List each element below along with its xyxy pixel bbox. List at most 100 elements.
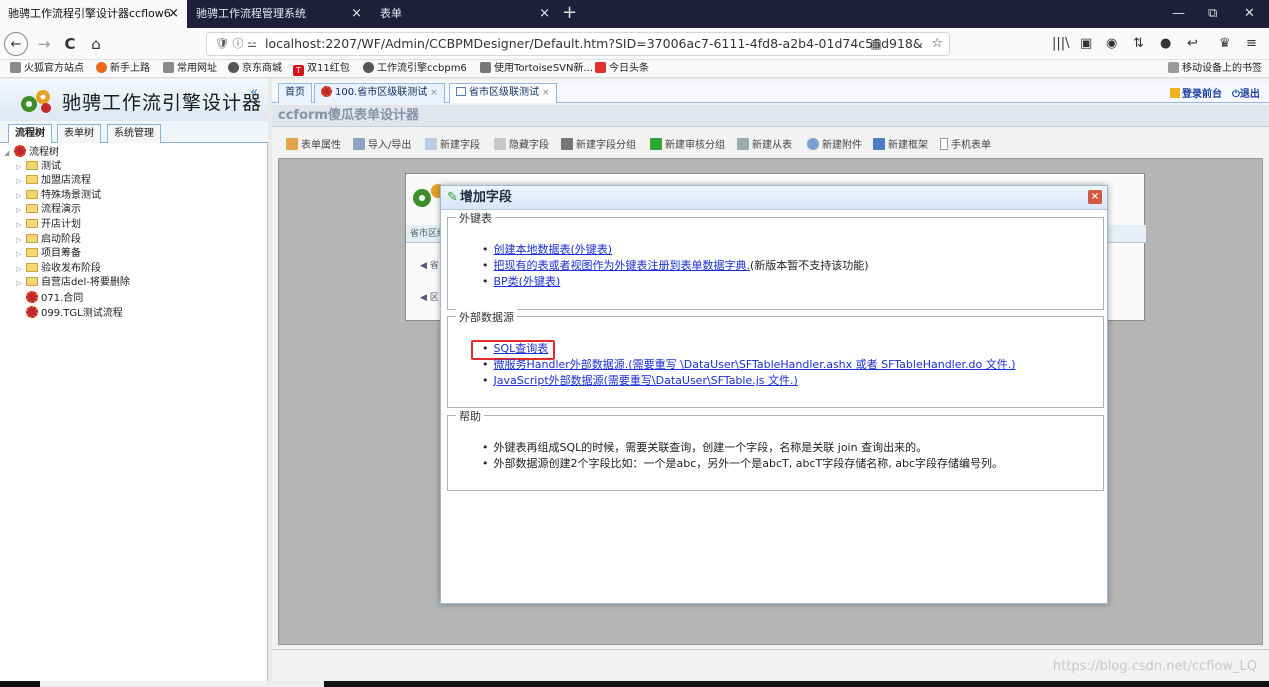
window-close-button[interactable]: ✕ (1244, 0, 1255, 28)
tree-flow[interactable]: 071.合同 (4, 290, 130, 306)
expand-arrow-icon[interactable]: ▷ (16, 218, 26, 233)
bookmark-star-icon[interactable]: ☆ (931, 33, 943, 55)
tab-home[interactable]: 首页 (278, 83, 312, 103)
tree-folder[interactable]: ▷ 开店计划 (4, 218, 130, 233)
site-info-icon[interactable]: 🛡 ⓘ ⚍ (215, 33, 257, 55)
handler-datasource-link[interactable]: 微服务Handler外部数据源.(需要重写 \DataUser\SFTableH… (494, 358, 1016, 371)
new-tab-button[interactable]: + (562, 0, 577, 26)
bookmark-item[interactable]: 火狐官方站点 (10, 61, 84, 77)
tree-folder[interactable]: ▷ 项目筹备 (4, 247, 130, 262)
hidden-field-button[interactable]: 隐藏字段 (494, 138, 549, 154)
tab-form-designer[interactable]: 省市区级联测试 × (449, 83, 557, 103)
expand-arrow-icon[interactable]: ▷ (16, 276, 26, 291)
tree-folder[interactable]: ▷ 启动阶段 (4, 233, 130, 248)
mobile-form-button[interactable]: 手机表单 (940, 138, 991, 154)
expand-arrow-icon[interactable]: ▷ (16, 160, 26, 175)
taskbar-item[interactable] (40, 681, 324, 687)
back-button[interactable]: ← (4, 32, 28, 56)
close-icon[interactable]: × (542, 88, 550, 98)
tab-flow-100[interactable]: 100.省市区级联测试 × (314, 83, 445, 103)
reload-button[interactable]: C (58, 32, 82, 56)
tab-form-tree[interactable]: 表单树 (57, 124, 101, 143)
browser-tab-designer[interactable]: 驰骋工作流程引擎设计器ccflow6 × (0, 0, 187, 28)
expand-arrow-icon[interactable]: ▷ (16, 233, 26, 248)
tree-folder[interactable]: ▷ 特殊场景测试 (4, 189, 130, 204)
sql-query-table-link[interactable]: SQL查询表 (494, 342, 549, 355)
tab-flow-tree[interactable]: 流程树 (8, 124, 52, 143)
left-panel: 驰骋工作流引擎设计器 « 流程树 表单树 系统管理 ◢ 流程树 ▷ 测试 ▷ 加盟店流… (0, 79, 268, 681)
bookmark-item[interactable]: 常用网址 (163, 61, 217, 77)
restore-button[interactable]: ⧉ (1208, 0, 1217, 28)
expand-arrow-icon[interactable]: ▷ (16, 247, 26, 262)
bp-class-link[interactable]: BP类(外键表) (494, 275, 561, 288)
form-properties-button[interactable]: 表单属性 (286, 138, 341, 154)
watermark: https://blog.csdn.net/ccflow_LQ (1052, 659, 1257, 674)
help-item: 外键表再组成SQL的时候，需要关联查询，创建一个字段，名称是关联 join 查询… (482, 440, 1003, 456)
close-icon[interactable]: × (168, 0, 179, 28)
close-icon[interactable]: × (539, 0, 550, 28)
new-review-group-button[interactable]: 新建审核分组 (650, 138, 725, 154)
library-icon[interactable]: |||\ (1052, 32, 1070, 56)
page-actions-icon[interactable]: ▦ ··· (870, 33, 897, 55)
browser-tab-management[interactable]: 驰骋工作流程管理系统 × (188, 0, 370, 28)
tree-flow[interactable]: 099.TGL测试流程 (4, 305, 130, 321)
javascript-datasource-link[interactable]: JavaScript外部数据源(需要重写\DataUser\SFTable.js… (494, 374, 798, 387)
sync-icon[interactable]: ⇅ (1133, 32, 1144, 56)
forward-button[interactable]: → (32, 32, 56, 56)
new-field-button[interactable]: 新建字段 (425, 138, 480, 154)
close-icon[interactable]: × (430, 88, 438, 98)
logout-link[interactable]: ⏻退出 (1232, 85, 1260, 100)
expand-arrow-icon[interactable]: ▷ (16, 203, 26, 218)
undo-icon[interactable]: ↩ (1187, 32, 1198, 56)
register-existing-table-link[interactable]: 把现有的表或者视图作为外键表注册到表单数据字典. (494, 259, 751, 272)
bookmark-item[interactable]: 京东商城 (228, 61, 282, 77)
expand-arrow-icon[interactable]: ◢ (4, 146, 14, 161)
new-subtable-button[interactable]: 新建从表 (737, 138, 792, 154)
bookmark-item[interactable]: 工作流引擎ccbpm6 (363, 61, 467, 77)
login-front-link[interactable]: 登录前台 (1170, 85, 1222, 100)
sidebar-icon[interactable]: ▣ (1080, 32, 1092, 56)
tab-system-management[interactable]: 系统管理 (107, 124, 161, 143)
group-icon (561, 138, 573, 150)
chat-icon[interactable]: ● (1160, 32, 1171, 56)
expand-arrow-icon[interactable]: ▷ (16, 262, 26, 277)
tree-folder[interactable]: ▷ 加盟店流程 (4, 174, 130, 189)
browser-tab-form[interactable]: 表单 × (372, 0, 558, 28)
edit-icon (1170, 88, 1180, 98)
tree-root[interactable]: ◢ 流程树 (4, 145, 130, 160)
folder-icon (26, 175, 38, 185)
expand-arrow-icon[interactable]: ▷ (16, 189, 26, 204)
create-local-table-link[interactable]: 创建本地数据表(外键表) (494, 243, 613, 256)
new-attachment-button[interactable]: 新建附件 (807, 138, 862, 154)
minimize-button[interactable]: — (1172, 0, 1185, 28)
tree-folder[interactable]: ▷ 测试 (4, 160, 130, 175)
bookmark-item[interactable]: T 双11红包 (293, 61, 350, 77)
tree-folder[interactable]: ▷ 自营店del-将要删除 (4, 276, 130, 291)
background-form-row: ◀ 省 (420, 261, 439, 271)
import-export-button[interactable]: 导入/导出 (353, 138, 411, 154)
fieldset-legend: 外键表 (456, 210, 495, 226)
bookmark-item[interactable]: 使用TortoiseSVN新... (480, 61, 593, 77)
dialog-close-button[interactable]: × (1088, 190, 1102, 204)
url-text: localhost:2207/WF/Admin/CCBPMDesigner/De… (265, 36, 923, 51)
fieldset-help: 帮助 外键表再组成SQL的时候，需要关联查询，创建一个字段，名称是关联 join… (447, 408, 1104, 491)
gears-logo-icon (21, 90, 51, 113)
url-bar[interactable]: 🛡 ⓘ ⚍ localhost:2207/WF/Admin/CCBPMDesig… (206, 32, 950, 56)
expand-arrow-icon[interactable]: ▷ (16, 174, 26, 189)
folder-icon (26, 189, 38, 199)
close-icon[interactable]: × (351, 0, 362, 28)
home-button[interactable]: ⌂ (84, 32, 108, 56)
tree-folder[interactable]: ▷ 流程演示 (4, 203, 130, 218)
mobile-bookmarks[interactable]: 移动设备上的书签 (1168, 61, 1262, 77)
bookmark-item[interactable]: 今日头条 (595, 61, 649, 77)
account-icon[interactable]: ◉ (1106, 32, 1117, 56)
new-frame-button[interactable]: 新建框架 (873, 138, 928, 154)
extension-icon[interactable]: ♛ (1219, 32, 1231, 56)
new-field-group-button[interactable]: 新建字段分组 (561, 138, 636, 154)
tree-folder[interactable]: ▷ 验收发布阶段 (4, 262, 130, 277)
menu-icon[interactable]: ≡ (1246, 32, 1257, 56)
bookmark-item[interactable]: 新手上路 (96, 61, 150, 77)
browser-tab-label: 驰骋工作流程引擎设计器ccflow6 (8, 7, 171, 20)
pencil-icon: ✎ (447, 190, 458, 205)
collapse-panel-icon[interactable]: « (250, 85, 258, 100)
